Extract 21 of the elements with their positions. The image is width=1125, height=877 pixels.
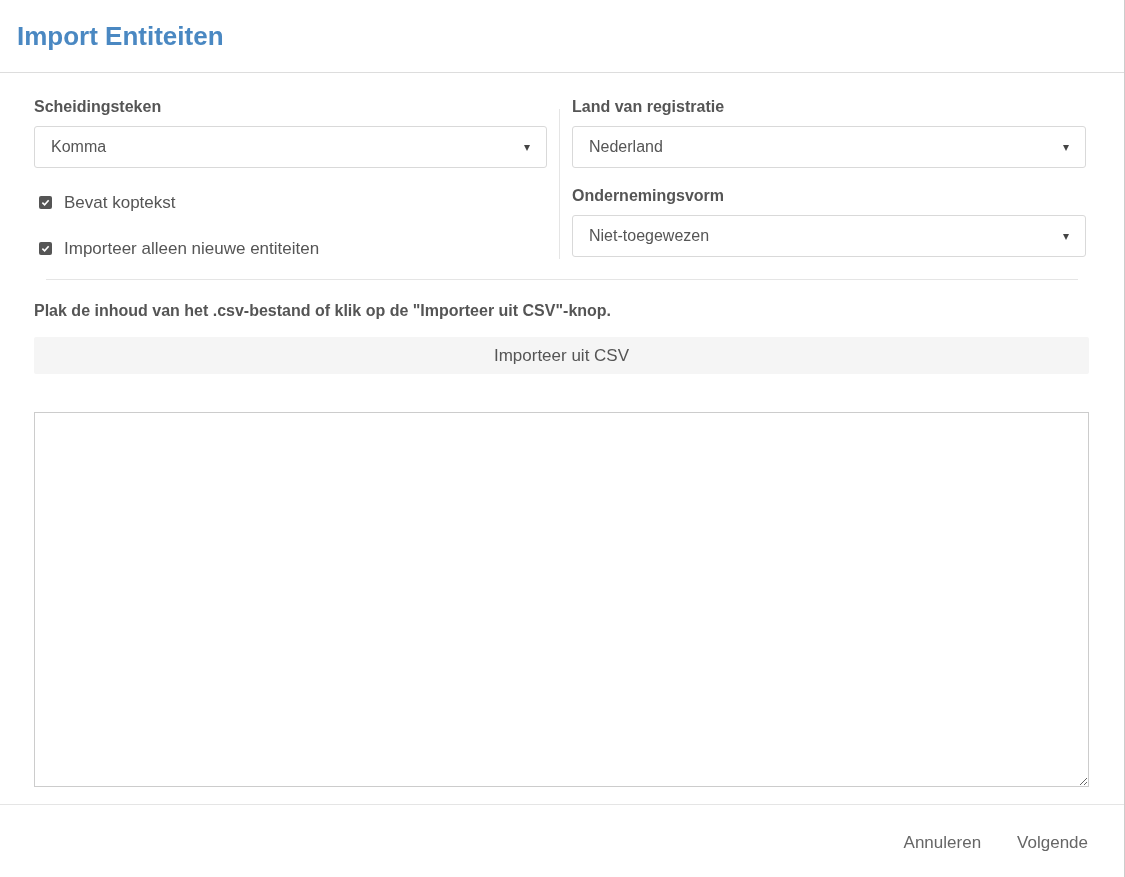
instruction-text: Plak de inhoud van het .csv-bestand of klik op de "Importeer uit CSV"-knop. [34,301,613,321]
select-field[interactable]: Niet-toegewezen ▾ [572,215,1086,257]
checkbox-label: Bevat koptekst [64,192,176,214]
field-label: Land van registratie [572,97,726,117]
field-label: Ondernemingsvorm [572,186,726,206]
footer-button[interactable]: Volgende [1005,826,1100,856]
select-field[interactable]: Nederland ▾ [572,126,1086,168]
footer-button[interactable]: Annuleren [891,826,994,856]
caret-icon: ▾ [1063,138,1069,156]
select-value: Nederland [589,137,663,157]
caret-icon: ▾ [1063,227,1069,245]
import-csv-button[interactable]: Importeer uit CSV [34,337,1089,374]
checkbox-label: Importeer alleen nieuwe entiteiten [64,237,320,260]
select-value: Komma [51,137,107,157]
select-value: Niet-toegewezen [589,226,710,246]
select-field[interactable]: Komma ▾ [34,126,547,168]
caret-icon: ▾ [524,138,530,156]
checkbox[interactable] [39,196,52,210]
field-label: Scheidingsteken [34,97,163,117]
checkbox[interactable] [39,241,52,255]
dialog-title: Import Entiteiten [17,19,224,53]
